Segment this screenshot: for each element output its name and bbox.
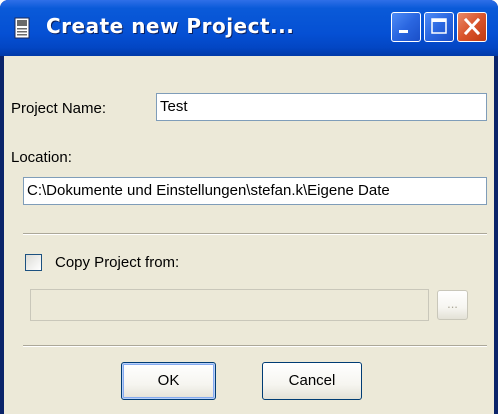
ok-button[interactable]: OK [121,362,216,400]
copy-project-checkbox[interactable] [25,254,42,271]
dialog-window: Create new Project... Project Name: Test… [0,0,498,414]
project-name-input[interactable]: Test [156,93,487,121]
separator [23,233,487,235]
document-icon [14,17,30,39]
window-title: Create new Project... [46,14,295,38]
maximize-icon [431,18,447,34]
maximize-button[interactable] [424,12,454,42]
minimize-button[interactable] [391,12,421,42]
cancel-button[interactable]: Cancel [262,362,362,400]
project-name-label: Project Name: [11,100,107,117]
dialog-body: Project Name: Test Location: C:\Dokument… [4,56,494,414]
copy-project-label: Copy Project from: [55,254,180,271]
location-input[interactable]: C:\Dokumente und Einstellungen\stefan.k\… [23,177,487,205]
close-button[interactable] [457,12,487,42]
browse-button[interactable]: ... [437,290,468,320]
close-icon [463,17,481,36]
title-bar[interactable]: Create new Project... [0,0,498,56]
separator [23,345,487,347]
copy-project-path-input[interactable] [30,289,429,321]
location-label: Location: [11,149,72,166]
minimize-icon [399,30,408,33]
